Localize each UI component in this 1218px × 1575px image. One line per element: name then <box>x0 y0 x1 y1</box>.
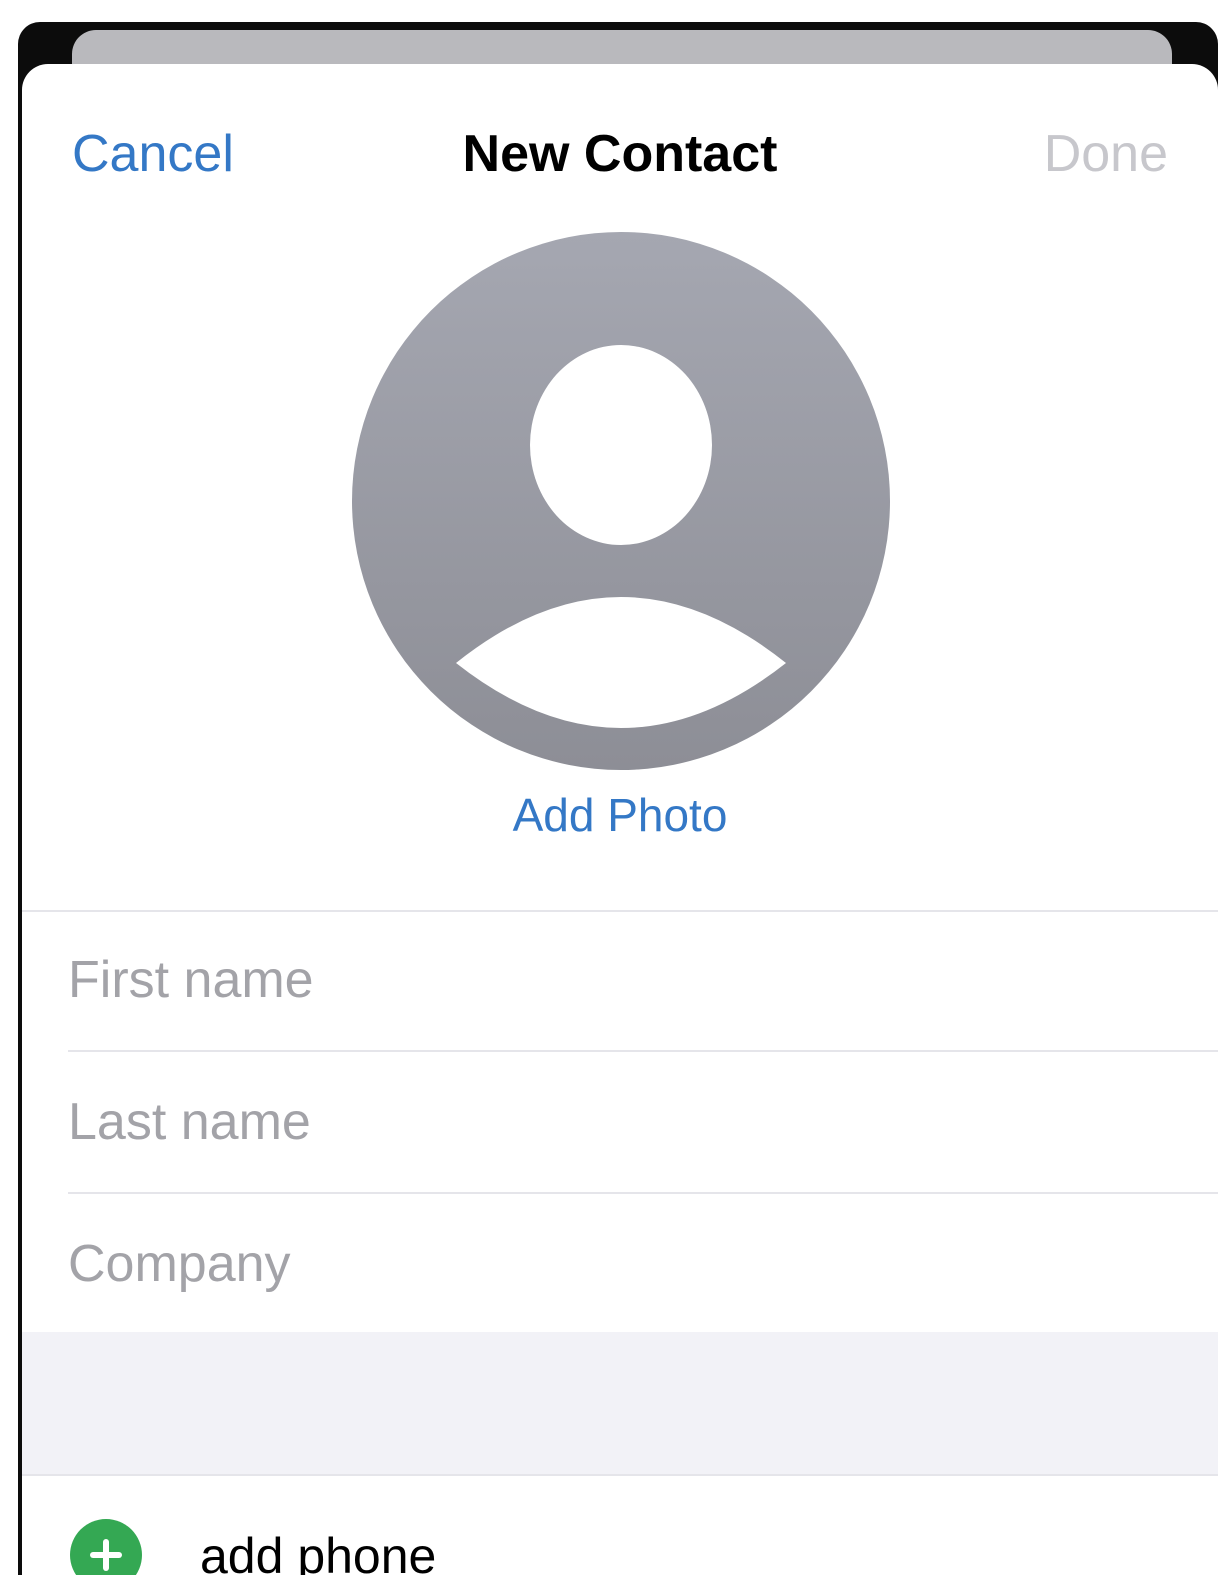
person-silhouette-icon[interactable] <box>352 232 890 770</box>
add-phone-label: add phone <box>200 1528 437 1575</box>
last-name-field[interactable] <box>68 1062 1198 1182</box>
done-button[interactable]: Done <box>1044 124 1168 184</box>
divider <box>68 1192 1218 1194</box>
page-title: New Contact <box>462 125 778 183</box>
company-field[interactable] <box>68 1204 1198 1324</box>
first-name-field[interactable] <box>68 920 1198 1040</box>
add-phone-row[interactable]: add phone <box>22 1476 1218 1575</box>
new-contact-sheet: Cancel New Contact Done Add Photo add ph… <box>22 64 1218 1575</box>
section-spacer <box>22 1332 1218 1474</box>
divider <box>22 910 1218 912</box>
divider <box>68 1050 1218 1052</box>
add-photo-button[interactable]: Add Photo <box>22 787 1218 843</box>
plus-circle-icon[interactable] <box>70 1519 142 1575</box>
